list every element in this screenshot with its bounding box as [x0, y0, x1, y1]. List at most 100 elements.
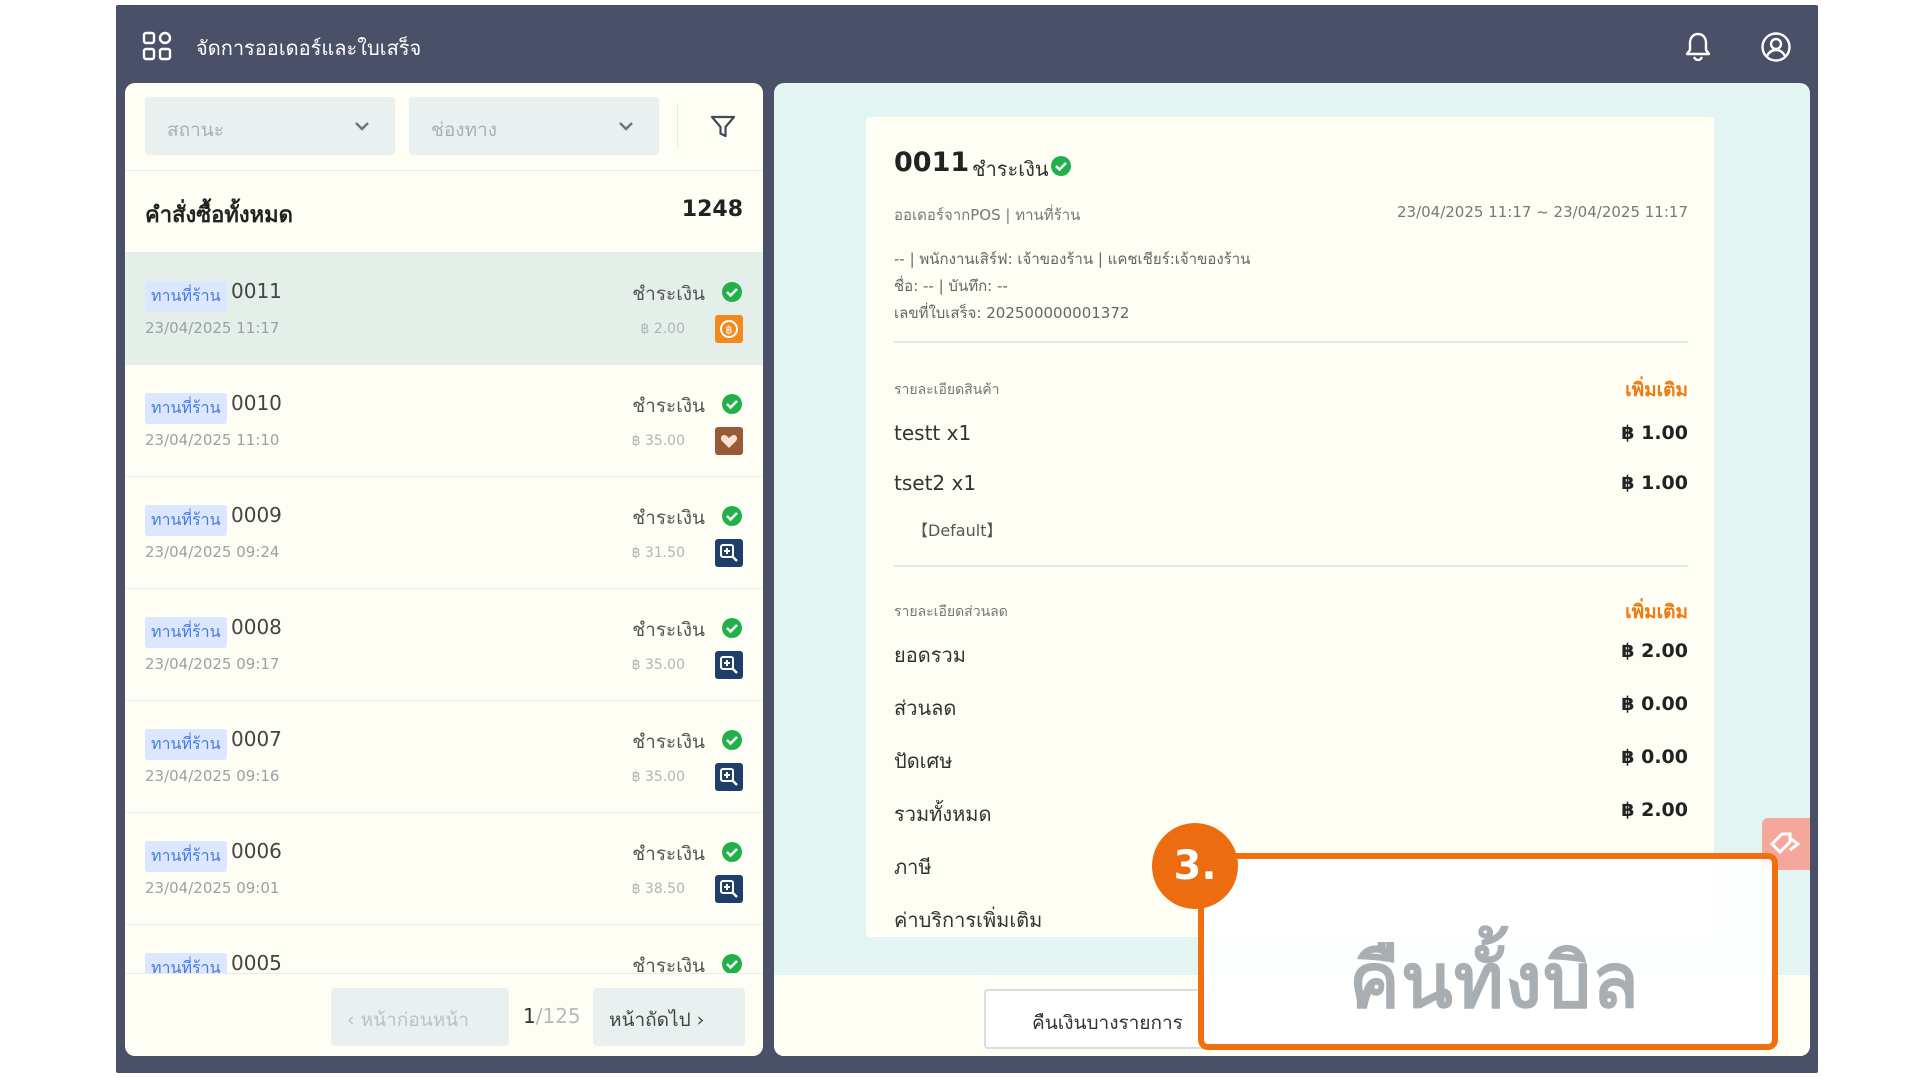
order-number: 0011 [231, 279, 282, 303]
channel-select-label: ช่องทาง [431, 119, 498, 141]
order-date: 23/04/2025 11:10 [145, 431, 280, 449]
detail-time-range: 23/04/2025 11:17 ~ 23/04/2025 11:17 [1396, 203, 1688, 221]
divider [894, 341, 1688, 343]
order-number: 0010 [231, 391, 282, 415]
discount-section-label: รายละเอียดส่วนลด [894, 604, 1008, 620]
summary-label: ภาษี [894, 855, 932, 879]
order-amount: ฿ 35.00 [631, 433, 685, 449]
order-list: ทานที่ร้าน 0011 23/04/2025 11:17 ชำระเงิน฿ … [125, 253, 763, 973]
order-row[interactable]: ทานที่ร้าน 0007 23/04/2025 09:16 ชำระเงิน฿ … [125, 701, 763, 813]
apps-grid-icon[interactable] [142, 31, 172, 61]
order-row[interactable]: ทานที่ร้าน 0005 ชำระเงิน [125, 925, 763, 973]
full-refund-highlight[interactable]: คืนทั้งบิล [1198, 853, 1778, 1050]
pagination: ‹ หน้าก่อนหน้า 1/125 หน้าถัดไป › [125, 973, 763, 1056]
channel-select[interactable]: ช่องทาง [409, 97, 659, 155]
summary-value: ฿ 0.00 [1621, 746, 1688, 768]
item-price: ฿ 1.00 [1621, 472, 1688, 494]
order-status: ชำระเงิน [632, 619, 705, 641]
summary-label: ปัดเศษ [894, 749, 953, 773]
order-list-panel: สถานะ ช่องทาง คำสั่งซื้อทั้งหมด 1248 ทาน… [125, 83, 763, 1056]
order-row[interactable]: ทานที่ร้าน 0008 23/04/2025 09:17 ชำระเงิน฿ … [125, 589, 763, 701]
summary-label: ยอดรวม [894, 643, 966, 667]
dine-in-tag: ทานที่ร้าน [145, 729, 227, 760]
check-circle-icon [721, 953, 743, 973]
order-date: 23/04/2025 09:01 [145, 879, 280, 897]
order-row[interactable]: ทานที่ร้าน 0011 23/04/2025 11:17 ชำระเงิน฿ … [125, 253, 763, 365]
order-status: ชำระเงิน [632, 731, 705, 753]
chevron-down-icon [619, 122, 633, 131]
check-circle-icon [721, 281, 743, 303]
divider [677, 105, 678, 149]
order-number: 0007 [231, 727, 282, 751]
order-status: ชำระเงิน [632, 507, 705, 529]
order-number: 0009 [231, 503, 282, 527]
check-circle-icon [1051, 156, 1071, 176]
total-pages: /125 [535, 1004, 581, 1028]
next-page-button[interactable]: หน้าถัดไป › [593, 988, 745, 1046]
order-row[interactable]: ทานที่ร้าน 0006 23/04/2025 09:01 ชำระเงิน฿ … [125, 813, 763, 925]
full-refund-label: คืนทั้งบิล [1349, 936, 1640, 1025]
order-number: 0008 [231, 615, 282, 639]
detail-name-note: ชื่อ: -- | บันทึก: -- [894, 277, 1008, 295]
detail-source: ออเดอร์จากPOS | ทานที่ร้าน [894, 206, 1081, 224]
check-circle-icon [721, 617, 743, 639]
top-bar: จัดการออเดอร์และใบเสร็จ [116, 5, 1818, 83]
dine-in-tag: ทานที่ร้าน [145, 281, 227, 312]
order-date: 23/04/2025 09:24 [145, 543, 280, 561]
prev-page-button[interactable]: ‹ หน้าก่อนหน้า [331, 988, 509, 1046]
order-status: ชำระเงิน [632, 283, 705, 305]
filter-bar: สถานะ ช่องทาง [125, 83, 763, 171]
partial-refund-label: คืนเงินบางรายการ [1032, 1012, 1183, 1034]
order-list-header: คำสั่งซื้อทั้งหมด 1248 [125, 171, 763, 253]
current-page: 1 [523, 1004, 536, 1028]
discount-more-link[interactable]: เพิ่มเติม [1625, 597, 1688, 627]
order-date: 23/04/2025 09:16 [145, 767, 280, 785]
detail-staff: -- | พนักงานเสิร์ฟ: เจ้าของร้าน | แคชเชี… [894, 250, 1251, 268]
items-section-label: รายละเอียดสินค้า [894, 382, 1000, 398]
qr-scan-icon [715, 875, 743, 903]
detail-order-number: 0011 [894, 147, 970, 178]
app-title: จัดการออเดอร์และใบเสร็จ [196, 36, 422, 60]
summary-value: ฿ 0.00 [1621, 693, 1688, 715]
order-row[interactable]: ทานที่ร้าน 0010 23/04/2025 11:10 ชำระเงิน฿ … [125, 365, 763, 477]
order-total-count: 1248 [681, 197, 743, 222]
user-circle-icon[interactable] [1760, 31, 1792, 63]
chevron-right-icon: › [690, 1009, 705, 1031]
detail-status: ชำระเงิน [972, 157, 1049, 181]
items-more-link[interactable]: เพิ่มเติม [1625, 375, 1688, 405]
dine-in-tag: ทานที่ร้าน [145, 841, 227, 872]
next-page-label: หน้าถัดไป [609, 1009, 691, 1031]
order-status: ชำระเงิน [632, 955, 705, 973]
item-variant: 【Default】 [912, 521, 1003, 540]
funnel-icon[interactable] [709, 113, 737, 141]
order-row[interactable]: ทานที่ร้าน 0009 23/04/2025 09:24 ชำระเงิน฿ … [125, 477, 763, 589]
heart-card-icon [715, 427, 743, 455]
chevron-left-icon: ‹ [347, 1009, 361, 1031]
check-circle-icon [721, 729, 743, 751]
baht-coin-icon: ฿ [715, 315, 743, 343]
order-date: 23/04/2025 11:17 [145, 319, 280, 337]
step-badge: 3. [1152, 823, 1238, 909]
item-name: testt x1 [894, 421, 972, 445]
item-price: ฿ 1.00 [1621, 422, 1688, 444]
order-amount: ฿ 35.00 [631, 657, 685, 673]
order-number: 0005 [231, 951, 282, 973]
summary-value: ฿ 2.00 [1621, 799, 1688, 821]
status-select[interactable]: สถานะ [145, 97, 395, 155]
item-name: tset2 x1 [894, 471, 977, 495]
partial-refund-button[interactable]: คืนเงินบางรายการ [984, 989, 1214, 1049]
prev-page-label: หน้าก่อนหน้า [360, 1009, 469, 1031]
dine-in-tag: ทานที่ร้าน [145, 953, 227, 973]
order-date: 23/04/2025 09:17 [145, 655, 280, 673]
summary-label: รวมทั้งหมด [894, 802, 992, 826]
order-amount: ฿ 2.00 [640, 321, 685, 337]
order-status: ชำระเงิน [632, 395, 705, 417]
order-amount: ฿ 35.00 [631, 769, 685, 785]
dine-in-tag: ทานที่ร้าน [145, 617, 227, 648]
detail-receipt-number: เลขที่ใบเสร็จ: 202500000001372 [894, 304, 1130, 322]
order-status: ชำระเงิน [632, 843, 705, 865]
qr-scan-icon [715, 539, 743, 567]
bell-icon[interactable] [1684, 31, 1712, 61]
qr-scan-icon [715, 763, 743, 791]
order-list-title: คำสั่งซื้อทั้งหมด [145, 203, 293, 228]
